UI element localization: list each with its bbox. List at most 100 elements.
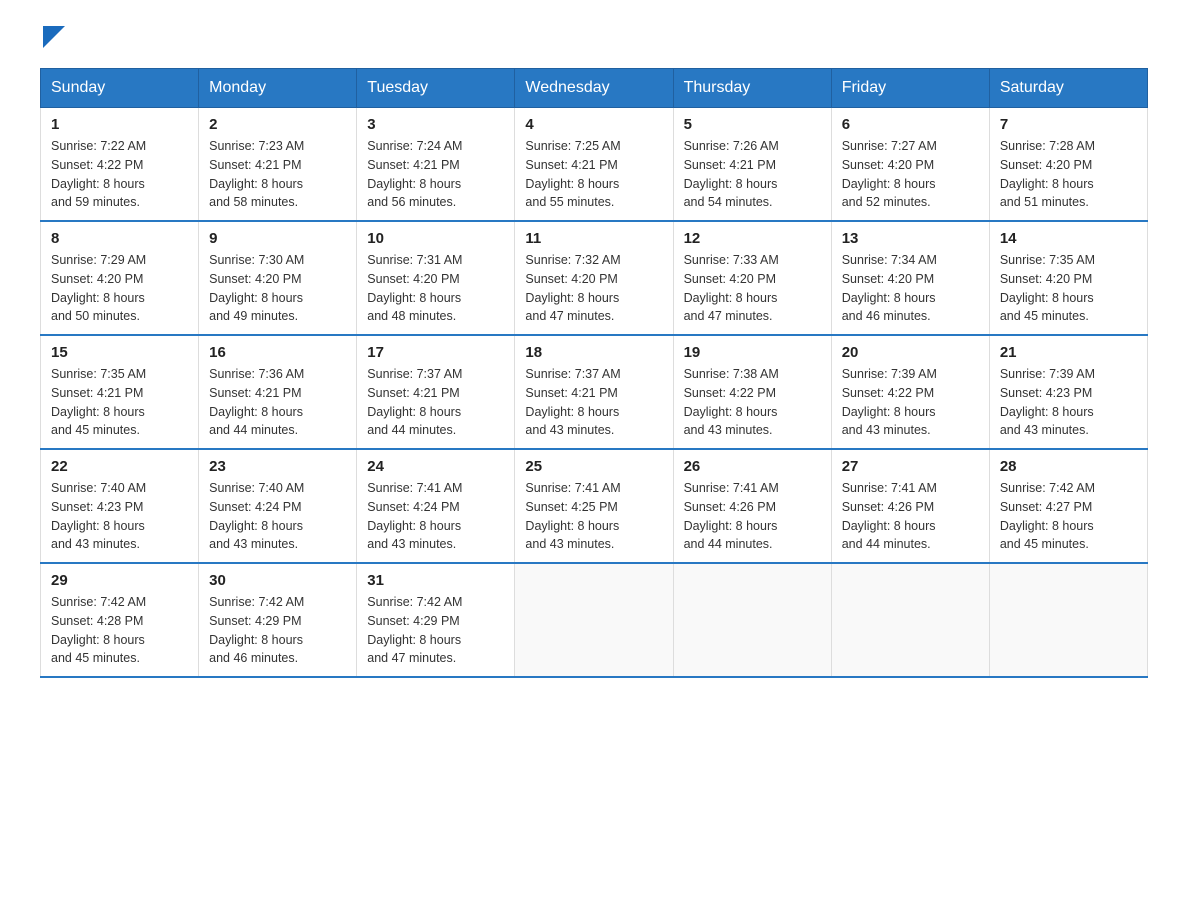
calendar-cell: 17 Sunrise: 7:37 AMSunset: 4:21 PMDayligh… <box>357 335 515 449</box>
week-row-1: 1 Sunrise: 7:22 AMSunset: 4:22 PMDaylight… <box>41 108 1148 222</box>
day-number: 4 <box>525 116 662 133</box>
day-info: Sunrise: 7:22 AMSunset: 4:22 PMDaylight:… <box>51 137 188 212</box>
calendar-table: SundayMondayTuesdayWednesdayThursdayFrid… <box>40 68 1148 678</box>
day-number: 13 <box>842 230 979 247</box>
day-number: 6 <box>842 116 979 133</box>
header-wednesday: Wednesday <box>515 69 673 108</box>
day-number: 21 <box>1000 344 1137 361</box>
calendar-cell <box>989 563 1147 677</box>
day-number: 2 <box>209 116 346 133</box>
day-number: 7 <box>1000 116 1137 133</box>
calendar-cell: 22 Sunrise: 7:40 AMSunset: 4:23 PMDayligh… <box>41 449 199 563</box>
day-number: 5 <box>684 116 821 133</box>
day-number: 28 <box>1000 458 1137 475</box>
calendar-cell: 29Sunrise: 7:42 AMSunset: 4:28 PMDayligh… <box>41 563 199 677</box>
day-number: 8 <box>51 230 188 247</box>
day-info: Sunrise: 7:38 AMSunset: 4:22 PMDaylight:… <box>684 365 821 440</box>
calendar-cell: 28Sunrise: 7:42 AMSunset: 4:27 PMDayligh… <box>989 449 1147 563</box>
page-header <box>40 30 1148 48</box>
calendar-header-row: SundayMondayTuesdayWednesdayThursdayFrid… <box>41 69 1148 108</box>
header-saturday: Saturday <box>989 69 1147 108</box>
calendar-cell: 15 Sunrise: 7:35 AMSunset: 4:21 PMDayligh… <box>41 335 199 449</box>
day-info: Sunrise: 7:33 AMSunset: 4:20 PMDaylight:… <box>684 251 821 326</box>
day-number: 23 <box>209 458 346 475</box>
day-number: 29 <box>51 572 188 589</box>
day-number: 30 <box>209 572 346 589</box>
header-sunday: Sunday <box>41 69 199 108</box>
day-info: Sunrise: 7:36 AMSunset: 4:21 PMDaylight:… <box>209 365 346 440</box>
week-row-5: 29Sunrise: 7:42 AMSunset: 4:28 PMDayligh… <box>41 563 1148 677</box>
day-number: 15 <box>51 344 188 361</box>
calendar-cell <box>673 563 831 677</box>
day-number: 27 <box>842 458 979 475</box>
day-info: Sunrise: 7:35 AMSunset: 4:20 PMDaylight:… <box>1000 251 1137 326</box>
day-number: 14 <box>1000 230 1137 247</box>
day-number: 24 <box>367 458 504 475</box>
calendar-cell: 9Sunrise: 7:30 AMSunset: 4:20 PMDaylight… <box>199 221 357 335</box>
day-number: 25 <box>525 458 662 475</box>
day-info: Sunrise: 7:31 AMSunset: 4:20 PMDaylight:… <box>367 251 504 326</box>
day-info: Sunrise: 7:24 AMSunset: 4:21 PMDaylight:… <box>367 137 504 212</box>
calendar-cell: 19 Sunrise: 7:38 AMSunset: 4:22 PMDayligh… <box>673 335 831 449</box>
day-info: Sunrise: 7:34 AMSunset: 4:20 PMDaylight:… <box>842 251 979 326</box>
calendar-cell: 24 Sunrise: 7:41 AMSunset: 4:24 PMDayligh… <box>357 449 515 563</box>
header-tuesday: Tuesday <box>357 69 515 108</box>
day-info: Sunrise: 7:27 AMSunset: 4:20 PMDaylight:… <box>842 137 979 212</box>
calendar-cell: 13 Sunrise: 7:34 AMSunset: 4:20 PMDayligh… <box>831 221 989 335</box>
day-info: Sunrise: 7:37 AMSunset: 4:21 PMDaylight:… <box>525 365 662 440</box>
calendar-cell: 20Sunrise: 7:39 AMSunset: 4:22 PMDayligh… <box>831 335 989 449</box>
logo <box>40 30 68 48</box>
calendar-cell <box>831 563 989 677</box>
calendar-cell: 31Sunrise: 7:42 AMSunset: 4:29 PMDayligh… <box>357 563 515 677</box>
day-number: 20 <box>842 344 979 361</box>
day-info: Sunrise: 7:29 AMSunset: 4:20 PMDaylight:… <box>51 251 188 326</box>
calendar-cell: 14 Sunrise: 7:35 AMSunset: 4:20 PMDayligh… <box>989 221 1147 335</box>
calendar-cell: 27 Sunrise: 7:41 AMSunset: 4:26 PMDayligh… <box>831 449 989 563</box>
day-number: 1 <box>51 116 188 133</box>
header-friday: Friday <box>831 69 989 108</box>
week-row-4: 22 Sunrise: 7:40 AMSunset: 4:23 PMDayligh… <box>41 449 1148 563</box>
day-info: Sunrise: 7:37 AMSunset: 4:21 PMDaylight:… <box>367 365 504 440</box>
calendar-cell: 4 Sunrise: 7:25 AMSunset: 4:21 PMDaylight… <box>515 108 673 222</box>
calendar-cell: 10Sunrise: 7:31 AMSunset: 4:20 PMDayligh… <box>357 221 515 335</box>
day-info: Sunrise: 7:41 AMSunset: 4:25 PMDaylight:… <box>525 479 662 554</box>
day-info: Sunrise: 7:35 AMSunset: 4:21 PMDaylight:… <box>51 365 188 440</box>
logo-icon <box>42 30 66 48</box>
day-info: Sunrise: 7:41 AMSunset: 4:26 PMDaylight:… <box>684 479 821 554</box>
day-number: 3 <box>367 116 504 133</box>
day-number: 31 <box>367 572 504 589</box>
day-info: Sunrise: 7:41 AMSunset: 4:24 PMDaylight:… <box>367 479 504 554</box>
day-number: 12 <box>684 230 821 247</box>
calendar-cell: 30 Sunrise: 7:42 AMSunset: 4:29 PMDayligh… <box>199 563 357 677</box>
calendar-cell: 8 Sunrise: 7:29 AMSunset: 4:20 PMDaylight… <box>41 221 199 335</box>
calendar-cell: 18 Sunrise: 7:37 AMSunset: 4:21 PMDayligh… <box>515 335 673 449</box>
header-monday: Monday <box>199 69 357 108</box>
day-number: 17 <box>367 344 504 361</box>
calendar-cell: 2Sunrise: 7:23 AMSunset: 4:21 PMDaylight… <box>199 108 357 222</box>
calendar-cell: 25 Sunrise: 7:41 AMSunset: 4:25 PMDayligh… <box>515 449 673 563</box>
day-number: 26 <box>684 458 821 475</box>
calendar-cell: 16Sunrise: 7:36 AMSunset: 4:21 PMDayligh… <box>199 335 357 449</box>
day-info: Sunrise: 7:42 AMSunset: 4:29 PMDaylight:… <box>209 593 346 668</box>
day-info: Sunrise: 7:41 AMSunset: 4:26 PMDaylight:… <box>842 479 979 554</box>
calendar-cell: 5Sunrise: 7:26 AMSunset: 4:21 PMDaylight… <box>673 108 831 222</box>
day-number: 19 <box>684 344 821 361</box>
calendar-cell: 21Sunrise: 7:39 AMSunset: 4:23 PMDayligh… <box>989 335 1147 449</box>
day-number: 22 <box>51 458 188 475</box>
calendar-cell: 3 Sunrise: 7:24 AMSunset: 4:21 PMDaylight… <box>357 108 515 222</box>
day-number: 11 <box>525 230 662 247</box>
calendar-cell: 23 Sunrise: 7:40 AMSunset: 4:24 PMDayligh… <box>199 449 357 563</box>
week-row-3: 15 Sunrise: 7:35 AMSunset: 4:21 PMDayligh… <box>41 335 1148 449</box>
calendar-cell: 12 Sunrise: 7:33 AMSunset: 4:20 PMDayligh… <box>673 221 831 335</box>
day-info: Sunrise: 7:28 AMSunset: 4:20 PMDaylight:… <box>1000 137 1137 212</box>
day-info: Sunrise: 7:40 AMSunset: 4:24 PMDaylight:… <box>209 479 346 554</box>
day-info: Sunrise: 7:32 AMSunset: 4:20 PMDaylight:… <box>525 251 662 326</box>
day-number: 18 <box>525 344 662 361</box>
day-info: Sunrise: 7:40 AMSunset: 4:23 PMDaylight:… <box>51 479 188 554</box>
calendar-cell: 7 Sunrise: 7:28 AMSunset: 4:20 PMDaylight… <box>989 108 1147 222</box>
calendar-cell: 26 Sunrise: 7:41 AMSunset: 4:26 PMDayligh… <box>673 449 831 563</box>
calendar-cell: 11 Sunrise: 7:32 AMSunset: 4:20 PMDayligh… <box>515 221 673 335</box>
day-info: Sunrise: 7:30 AMSunset: 4:20 PMDaylight:… <box>209 251 346 326</box>
day-info: Sunrise: 7:25 AMSunset: 4:21 PMDaylight:… <box>525 137 662 212</box>
calendar-cell: 6 Sunrise: 7:27 AMSunset: 4:20 PMDaylight… <box>831 108 989 222</box>
